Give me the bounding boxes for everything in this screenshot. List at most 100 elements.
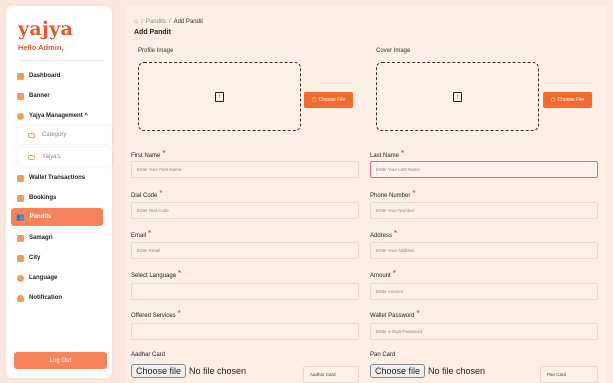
cover-image-label: Cover Image <box>376 48 411 54</box>
banner-icon <box>17 92 24 100</box>
aadhar-choose-file-button[interactable]: Choose file <box>131 364 187 378</box>
breadcrumb-pandits[interactable]: Pandits <box>146 19 166 25</box>
upload-icon: ↑ <box>215 91 224 102</box>
file-icon: ▢ <box>311 97 317 103</box>
address-input[interactable]: Enter Your Address <box>370 242 598 259</box>
phone-number-label-text: Phone Number <box>370 193 411 199</box>
profile-image-dropzone[interactable]: ↑ <box>138 62 301 131</box>
breadcrumb-separator: / <box>141 18 143 25</box>
sidebar-divider <box>18 60 104 61</box>
sidebar-subitem-yajyas[interactable]: Yajya's <box>18 148 112 166</box>
sidebar-item-wallet-transactions[interactable]: Wallet Transactions <box>12 169 102 187</box>
breadcrumb-separator: / <box>168 18 171 25</box>
required-mark: * <box>394 229 398 238</box>
wallet-password-input[interactable]: Enter 4-Digit Password <box>370 323 598 340</box>
first-name-input[interactable]: Enter Your First Name <box>131 161 359 178</box>
first-name-label: First Name * <box>131 149 166 159</box>
dial-code-label-text: Dial Code <box>131 193 158 199</box>
sidebar-item-label: Pandits <box>29 214 52 220</box>
tag-icon <box>28 132 35 138</box>
cover-choose-file-button[interactable]: ▢ Choose File <box>543 92 592 108</box>
app-logo: yajya <box>18 18 74 40</box>
sidebar-item-city[interactable]: City <box>12 249 102 267</box>
main-content: ⌂ / Pandits / Add Pandit Add Pandit Prof… <box>126 6 607 383</box>
sidebar-item-bookings[interactable]: Bookings <box>12 189 102 207</box>
choose-file-label: Choose File <box>318 97 346 103</box>
phone-number-label: Phone Number * <box>370 189 416 199</box>
last-name-label: Last Name * <box>370 149 405 159</box>
sidebar-item-samagri[interactable]: Samagri <box>12 229 102 247</box>
required-mark: * <box>401 149 405 158</box>
select-language-input[interactable] <box>131 283 359 300</box>
sidebar-item-label: City <box>29 255 41 261</box>
sidebar-item-dashboard[interactable]: Dashboard <box>12 67 102 85</box>
email-label: Email * <box>131 229 152 239</box>
required-mark: * <box>178 269 182 278</box>
amount-input[interactable]: Enter Amount <box>370 283 598 300</box>
aadhar-file-input[interactable]: Choose file No file chosen <box>131 364 246 378</box>
sidebar-item-language[interactable]: Language <box>12 269 102 287</box>
required-mark: * <box>392 269 396 278</box>
offered-services-label: Offered Services * <box>131 309 181 319</box>
pan-card-label: Pan Card <box>370 352 396 358</box>
email-input[interactable]: Enter Email <box>131 242 359 259</box>
sidebar-item-label: Banner <box>29 93 50 99</box>
aadhar-card-label: Aadhar Card <box>131 352 166 358</box>
required-mark: * <box>412 189 416 198</box>
address-label: Address * <box>370 229 398 239</box>
required-mark: * <box>159 189 163 198</box>
sidebar-item-yajya-management[interactable]: Yajya Management ^ <box>12 107 102 125</box>
pan-file-input[interactable]: Choose file No file chosen <box>370 364 485 378</box>
profile-choose-file-button[interactable]: ▢ Choose File <box>304 92 353 108</box>
dial-code-input[interactable]: Enter Dial Code <box>131 202 359 219</box>
pan-file-status: No file chosen <box>428 366 486 376</box>
upload-icon: ↑ <box>453 91 462 102</box>
offered-services-input[interactable] <box>131 323 359 340</box>
sidebar-item-label: Wallet Transactions <box>29 175 86 181</box>
pan-choose-file-button[interactable]: Choose file <box>370 364 426 378</box>
sidebar: yajya Hello Admin, Dashboard Banner Yajy… <box>6 6 112 378</box>
wallet-password-label: Wallet Password * <box>370 309 420 319</box>
sidebar-subitem-label: Yajya's <box>42 154 61 160</box>
sidebar-item-label: Language <box>29 275 58 281</box>
required-mark: * <box>177 309 181 318</box>
sidebar-item-label: Bookings <box>29 195 57 201</box>
required-mark: * <box>148 229 152 238</box>
samagri-icon <box>17 234 24 242</box>
logout-button[interactable]: Log Out <box>14 352 107 369</box>
aadhar-file-status: No file chosen <box>189 366 247 376</box>
select-language-label: Select Language * <box>131 269 182 279</box>
email-label-text: Email <box>131 233 147 239</box>
sidebar-item-label: Dashboard <box>29 73 61 79</box>
city-icon <box>17 254 24 262</box>
gear-icon <box>17 112 24 120</box>
tag-icon <box>28 154 35 160</box>
amount-label: Amount * <box>370 269 396 279</box>
aadhar-card-text-input[interactable]: Aadhar Card <box>303 366 359 383</box>
wallet-icon <box>17 174 24 182</box>
sidebar-item-pandits[interactable]: 👥 Pandits <box>11 208 103 226</box>
choose-file-label: Choose File <box>557 97 585 103</box>
last-name-input[interactable]: Enter Your Last Name <box>370 161 598 178</box>
dashboard-icon <box>17 72 24 80</box>
profile-image-label: Profile Image <box>138 48 174 54</box>
home-icon[interactable]: ⌂ <box>134 18 138 25</box>
pan-card-text-input[interactable]: Pan Card <box>540 366 598 383</box>
sidebar-subitem-category[interactable]: Category <box>18 126 112 144</box>
address-label-text: Address <box>370 233 393 239</box>
amount-label-text: Amount <box>370 273 391 279</box>
breadcrumb: ⌂ / Pandits / Add Pandit <box>134 18 203 25</box>
sidebar-item-label: Notification <box>29 295 62 301</box>
sidebar-item-label: Yajya Management ^ <box>29 113 88 119</box>
select-language-label-text: Select Language <box>131 273 177 279</box>
last-name-label-text: Last Name <box>370 153 400 159</box>
sidebar-item-banner[interactable]: Banner <box>12 87 102 105</box>
file-icon: ▢ <box>550 97 556 103</box>
bell-icon <box>17 294 24 302</box>
phone-number-input[interactable]: Enter Your Number <box>370 202 598 219</box>
required-mark: * <box>162 149 166 158</box>
sidebar-item-label: Samagri <box>29 235 53 241</box>
sidebar-item-notification[interactable]: Notification <box>12 289 102 307</box>
required-mark: * <box>416 309 420 318</box>
cover-image-dropzone[interactable]: ↑ <box>376 62 539 131</box>
